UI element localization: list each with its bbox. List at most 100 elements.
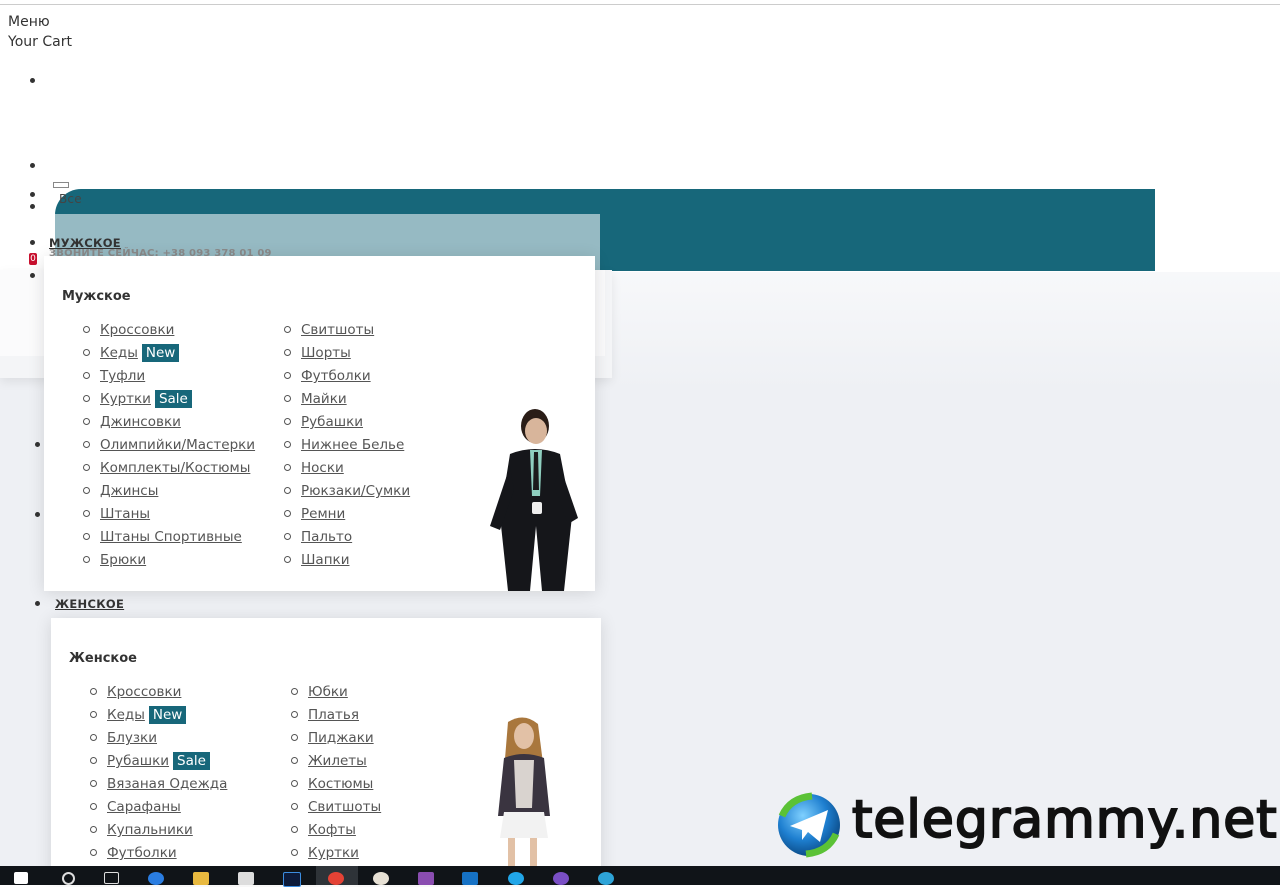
new-badge: New xyxy=(141,344,180,362)
category-link[interactable]: Ремни xyxy=(301,506,345,522)
category-link[interactable]: Сарафаны xyxy=(107,799,181,815)
list-bullet xyxy=(30,273,35,278)
category-link[interactable]: Свитшоты xyxy=(308,799,381,815)
list-bullet xyxy=(30,163,35,168)
windows-start-icon[interactable] xyxy=(14,872,28,884)
category-link[interactable]: Футболки xyxy=(107,845,177,861)
store-icon[interactable] xyxy=(238,872,254,885)
category-link[interactable]: Жилеты xyxy=(308,753,367,769)
menu-list-item: Штаны xyxy=(83,504,255,527)
menu-list-item: Шапки xyxy=(284,550,410,573)
category-link[interactable]: Штаны xyxy=(100,506,150,522)
cart-count-badge: 0 xyxy=(29,253,37,265)
menu-list-item: Ремни xyxy=(284,504,410,527)
womens-menu-title: Женское xyxy=(69,651,137,666)
category-link[interactable]: Пиджаки xyxy=(308,730,374,746)
menu-list-item: Рюкзаки/Сумки xyxy=(284,481,410,504)
menu-list-item: Футболки xyxy=(90,843,227,866)
outlook-icon[interactable] xyxy=(462,872,478,885)
category-link[interactable]: Нижнее Белье xyxy=(301,437,404,453)
paint-icon[interactable] xyxy=(373,872,389,885)
category-link[interactable]: Рюкзаки/Сумки xyxy=(301,483,410,499)
womens-left-column: Кроссовки Кеды New Блузки Рубашки Sale Вязаная… xyxy=(90,682,227,866)
all-categories-link[interactable]: Все xyxy=(59,192,82,206)
menu-list-item: Носки xyxy=(284,458,410,481)
category-link[interactable]: Футболки xyxy=(301,368,371,384)
category-link[interactable]: Брюки xyxy=(100,552,146,568)
womens-model-image xyxy=(498,717,550,866)
menu-list-item: Нижнее Белье xyxy=(284,435,410,458)
menu-list-item: Туфли xyxy=(83,366,255,389)
category-link[interactable]: Комплекты/Костюмы xyxy=(100,460,250,476)
viber-icon[interactable] xyxy=(553,872,569,885)
menu-list-item: Пиджаки xyxy=(291,728,381,751)
list-bullet xyxy=(30,78,35,83)
search-toggle-icon[interactable] xyxy=(53,182,69,188)
category-link[interactable]: Кеды xyxy=(100,345,138,361)
category-link[interactable]: Куртки xyxy=(308,845,359,861)
menu-list-item: Жилеты xyxy=(291,751,381,774)
mens-model-image xyxy=(490,409,578,591)
menu-list-item: Платья xyxy=(291,705,381,728)
category-link[interactable]: Кроссовки xyxy=(107,684,181,700)
menu-list-item: Сарафаны xyxy=(90,797,227,820)
category-link[interactable]: Носки xyxy=(301,460,344,476)
menu-list-item: Блузки xyxy=(90,728,227,751)
edge-browser-icon[interactable] xyxy=(148,872,164,885)
menu-list-item: Пальто xyxy=(284,527,410,550)
category-link[interactable]: Джинсы xyxy=(100,483,158,499)
category-link[interactable]: Куртки xyxy=(100,391,151,407)
womens-mega-menu: Женское Кроссовки Кеды New Блузки Рубашки Sal… xyxy=(51,618,601,878)
cart-label[interactable]: Your Cart xyxy=(8,34,72,50)
menu-list-item: Куртки xyxy=(291,843,381,866)
menu-list-item: Рубашки xyxy=(284,412,410,435)
file-explorer-icon[interactable] xyxy=(193,872,209,885)
category-link[interactable]: Вязаная Одежда xyxy=(107,776,227,792)
menu-list-item: Олимпийки/Мастерки xyxy=(83,435,255,458)
menu-list-item: Кеды New xyxy=(83,343,255,366)
category-link[interactable]: Пальто xyxy=(301,529,352,545)
category-link[interactable]: Платья xyxy=(308,707,359,723)
category-link[interactable]: Джинсовки xyxy=(100,414,181,430)
category-link[interactable]: Кофты xyxy=(308,822,356,838)
category-link[interactable]: Купальники xyxy=(107,822,193,838)
menu-list-item: Свитшоты xyxy=(291,797,381,820)
sale-badge: Sale xyxy=(154,390,192,408)
menu-list-item: Джинсовки xyxy=(83,412,255,435)
category-link[interactable]: Юбки xyxy=(308,684,348,700)
mens-menu-title: Мужское xyxy=(62,289,131,304)
skype-icon[interactable] xyxy=(508,872,524,885)
telegram-icon[interactable] xyxy=(598,872,614,885)
category-link[interactable]: Блузки xyxy=(107,730,157,746)
category-link[interactable]: Олимпийки/Мастерки xyxy=(100,437,255,453)
category-link[interactable]: Майки xyxy=(301,391,347,407)
task-view-icon[interactable] xyxy=(104,872,119,884)
menu-label[interactable]: Меню xyxy=(8,14,50,30)
watermark-text: telegrammy.net xyxy=(851,789,1278,851)
category-link[interactable]: Кроссовки xyxy=(100,322,174,338)
app-icon[interactable] xyxy=(418,872,434,885)
category-link[interactable]: Свитшоты xyxy=(301,322,374,338)
category-link[interactable]: Кеды xyxy=(107,707,145,723)
category-link[interactable]: Костюмы xyxy=(308,776,373,792)
top-border xyxy=(0,4,1280,5)
menu-list-item: Футболки xyxy=(284,366,410,389)
menu-list-item: Кеды New xyxy=(90,705,227,728)
category-link[interactable]: Шапки xyxy=(301,552,349,568)
list-bullet xyxy=(35,512,40,517)
list-bullet xyxy=(30,240,35,245)
category-link[interactable]: Туфли xyxy=(100,368,145,384)
category-link[interactable]: Рубашки xyxy=(301,414,363,430)
nav-mens-link[interactable]: МУЖСКОЕ xyxy=(49,236,121,250)
category-link[interactable]: Рубашки xyxy=(107,753,169,769)
category-link[interactable]: Штаны Спортивные xyxy=(100,529,242,545)
menu-list-item: Вязаная Одежда xyxy=(90,774,227,797)
search-icon[interactable] xyxy=(62,872,75,885)
sale-badge: Sale xyxy=(173,752,210,770)
nav-womens-link[interactable]: ЖЕНСКОЕ xyxy=(55,597,124,611)
category-link[interactable]: Шорты xyxy=(301,345,351,361)
menu-list-item: Штаны Спортивные xyxy=(83,527,255,550)
list-bullet xyxy=(30,204,35,209)
chrome-icon[interactable] xyxy=(328,872,344,885)
menu-list-item: Брюки xyxy=(83,550,255,573)
